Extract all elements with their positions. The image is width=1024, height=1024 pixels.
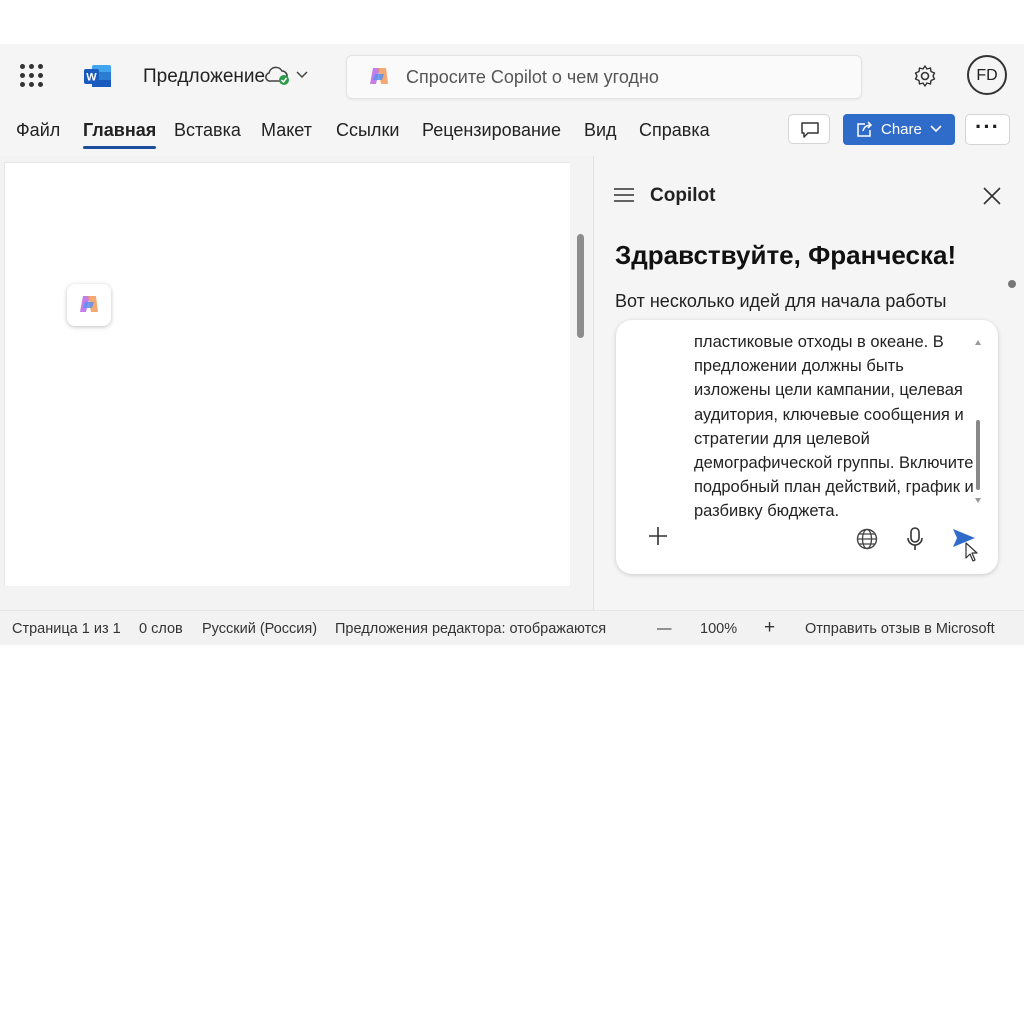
- gear-icon[interactable]: [913, 64, 937, 88]
- avatar[interactable]: FD: [967, 55, 1007, 95]
- ribbon-tabs: Файл Главная Вставка Макет Ссылки Реценз…: [0, 114, 1024, 149]
- more-options-button[interactable]: ···: [965, 114, 1010, 145]
- cursor-icon: [965, 542, 978, 562]
- copilot-icon: [370, 68, 388, 84]
- microphone-icon[interactable]: [907, 527, 923, 551]
- zoom-level[interactable]: 100%: [700, 621, 737, 637]
- close-icon[interactable]: [982, 186, 1002, 206]
- cloud-sync-icon: [265, 66, 289, 85]
- greeting-subtitle: Вот несколько идей для начала работы: [615, 291, 947, 311]
- tab-review[interactable]: Рецензирование: [422, 120, 561, 141]
- tab-view[interactable]: Вид: [584, 120, 617, 141]
- comment-icon: [801, 122, 819, 138]
- prompt-input-box[interactable]: пластиковые отходы в океане. В предложен…: [616, 320, 998, 574]
- tab-file[interactable]: Файл: [16, 120, 60, 141]
- greeting-heading: Здравствуйте, Франческа!: [615, 240, 957, 270]
- vertical-scrollbar[interactable]: [577, 234, 584, 338]
- word-app-window: W Предложение Спросите Copilot о чем уго…: [0, 44, 1024, 645]
- hamburger-icon[interactable]: [613, 186, 635, 204]
- share-label: Chare: [881, 121, 922, 138]
- comments-button[interactable]: [788, 114, 830, 144]
- tab-layout[interactable]: Макет: [261, 120, 312, 141]
- document-pane: [0, 156, 593, 610]
- globe-icon[interactable]: [856, 528, 878, 550]
- zoom-out-button[interactable]: —: [657, 621, 672, 637]
- chevron-down-icon: [930, 125, 942, 133]
- search-placeholder: Спросите Copilot о чем угодно: [406, 67, 659, 87]
- scroll-up-arrow[interactable]: [975, 340, 981, 345]
- title-bar: W Предложение Спросите Copilot о чем уго…: [0, 44, 1024, 106]
- zoom-in-button[interactable]: +: [764, 617, 775, 639]
- copilot-floating-button[interactable]: [67, 284, 111, 326]
- status-bar: Страница 1 из 1 0 слов Русский (Россия) …: [0, 610, 1024, 645]
- word-logo-icon: W: [84, 65, 111, 87]
- copilot-title: Copilot: [650, 185, 716, 206]
- waffle-icon[interactable]: [20, 64, 44, 88]
- prompt-text[interactable]: пластиковые отходы в океане. В предложен…: [694, 330, 979, 524]
- panel-scrollbar[interactable]: [1008, 280, 1016, 288]
- word-count: 0 слов: [139, 621, 183, 637]
- tab-home[interactable]: Главная: [83, 120, 157, 149]
- tab-insert[interactable]: Вставка: [174, 120, 241, 141]
- document-page[interactable]: [4, 162, 570, 586]
- copilot-icon: [80, 296, 98, 312]
- prompt-scrollbar[interactable]: [976, 420, 980, 490]
- scroll-down-arrow[interactable]: [975, 498, 981, 503]
- tab-references[interactable]: Ссылки: [336, 120, 399, 141]
- editor-suggestions[interactable]: Предложения редактора: отображаются: [335, 621, 606, 637]
- language[interactable]: Русский (Россия): [202, 621, 317, 637]
- feedback-link[interactable]: Отправить отзыв в Microsoft: [805, 621, 995, 637]
- page-count: Страница 1 из 1: [12, 621, 121, 637]
- copilot-search-box[interactable]: Спросите Copilot о чем угодно: [346, 55, 862, 99]
- share-icon: [857, 121, 873, 137]
- svg-text:W: W: [86, 72, 97, 84]
- share-button[interactable]: Chare: [843, 114, 955, 145]
- copilot-panel: Copilot Здравствуйте, Франческа! Вот нес…: [594, 156, 1024, 610]
- chevron-down-icon[interactable]: [296, 69, 308, 79]
- tab-help[interactable]: Справка: [639, 120, 710, 141]
- plus-icon[interactable]: [648, 526, 668, 546]
- document-title[interactable]: Предложение: [143, 66, 265, 88]
